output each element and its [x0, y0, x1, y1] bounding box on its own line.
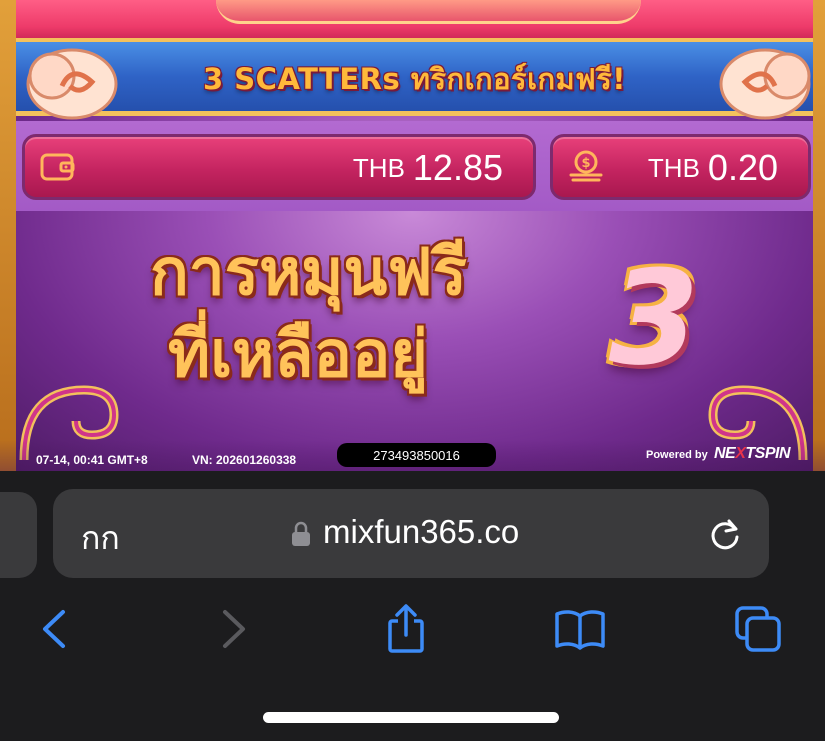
brand-logo-pre: NE: [714, 445, 736, 462]
cloud-ornament-icon: [26, 48, 118, 120]
powered-by: Powered by: [646, 449, 708, 461]
banner-text: 3 SCATTERs ทริกเกอร์เกมฟรี!: [203, 62, 626, 96]
forward-icon: [223, 610, 245, 648]
game-canvas[interactable]: 3 SCATTERs ทริกเกอร์เกมฟรี! THB 12.85 $ T…: [0, 0, 825, 471]
lock-icon: [292, 521, 310, 546]
text-size-button[interactable]: กก: [81, 513, 120, 564]
previous-tab-address-bar[interactable]: [0, 492, 37, 578]
info-banner: 3 SCATTERs ทริกเกอร์เกมฟรี!: [16, 38, 813, 116]
browser-chrome: กก mixfun365.co: [0, 471, 825, 741]
address-bar[interactable]: กก mixfun365.co: [53, 489, 769, 578]
brand-logo-x: X: [735, 445, 746, 462]
footer-datetime: 07-14, 00:41 GMT+8: [36, 453, 148, 467]
balance-currency: THB: [352, 153, 405, 183]
bet-panel: $ THB 0.20: [550, 134, 811, 200]
bookmarks-icon: [555, 610, 605, 650]
wallet-icon: [40, 153, 75, 181]
free-spins-label-line2: ที่เหลืออยู่: [168, 318, 428, 392]
footer-version: VN: 202601260338: [192, 453, 297, 467]
share-icon: [388, 604, 424, 653]
brand-logo-post: TSPIN: [745, 445, 791, 462]
tabs-button[interactable]: [730, 601, 786, 657]
home-indicator[interactable]: [263, 712, 559, 723]
share-button[interactable]: [378, 601, 434, 657]
reload-icon[interactable]: [707, 517, 743, 553]
balance-panel: THB 12.85: [22, 134, 536, 200]
bet-currency: THB: [647, 153, 700, 183]
bet-value: THB 0.20: [648, 147, 778, 189]
bookmarks-button[interactable]: [552, 601, 608, 657]
tabs-icon: [735, 606, 781, 652]
bet-amount: 0.20: [707, 147, 778, 188]
back-button[interactable]: [26, 601, 82, 657]
cloud-ornament-icon: [719, 48, 811, 120]
balance-amount: 12.85: [412, 147, 503, 188]
coin-stack-icon: $: [569, 150, 603, 182]
forward-button[interactable]: [206, 601, 262, 657]
balance-value: THB 12.85: [353, 147, 503, 189]
round-id: 273493850016: [337, 443, 496, 467]
top-plaque: [216, 0, 641, 24]
url-text[interactable]: mixfun365.co: [323, 513, 519, 551]
free-spins-label-line1: การหมุนฟรี: [150, 236, 467, 310]
back-icon: [43, 610, 65, 648]
free-spins-label: การหมุนฟรี ที่เหลืออยู่: [150, 232, 550, 396]
svg-text:$: $: [581, 156, 590, 171]
brand-logo: NEXTSPIN: [714, 445, 791, 463]
